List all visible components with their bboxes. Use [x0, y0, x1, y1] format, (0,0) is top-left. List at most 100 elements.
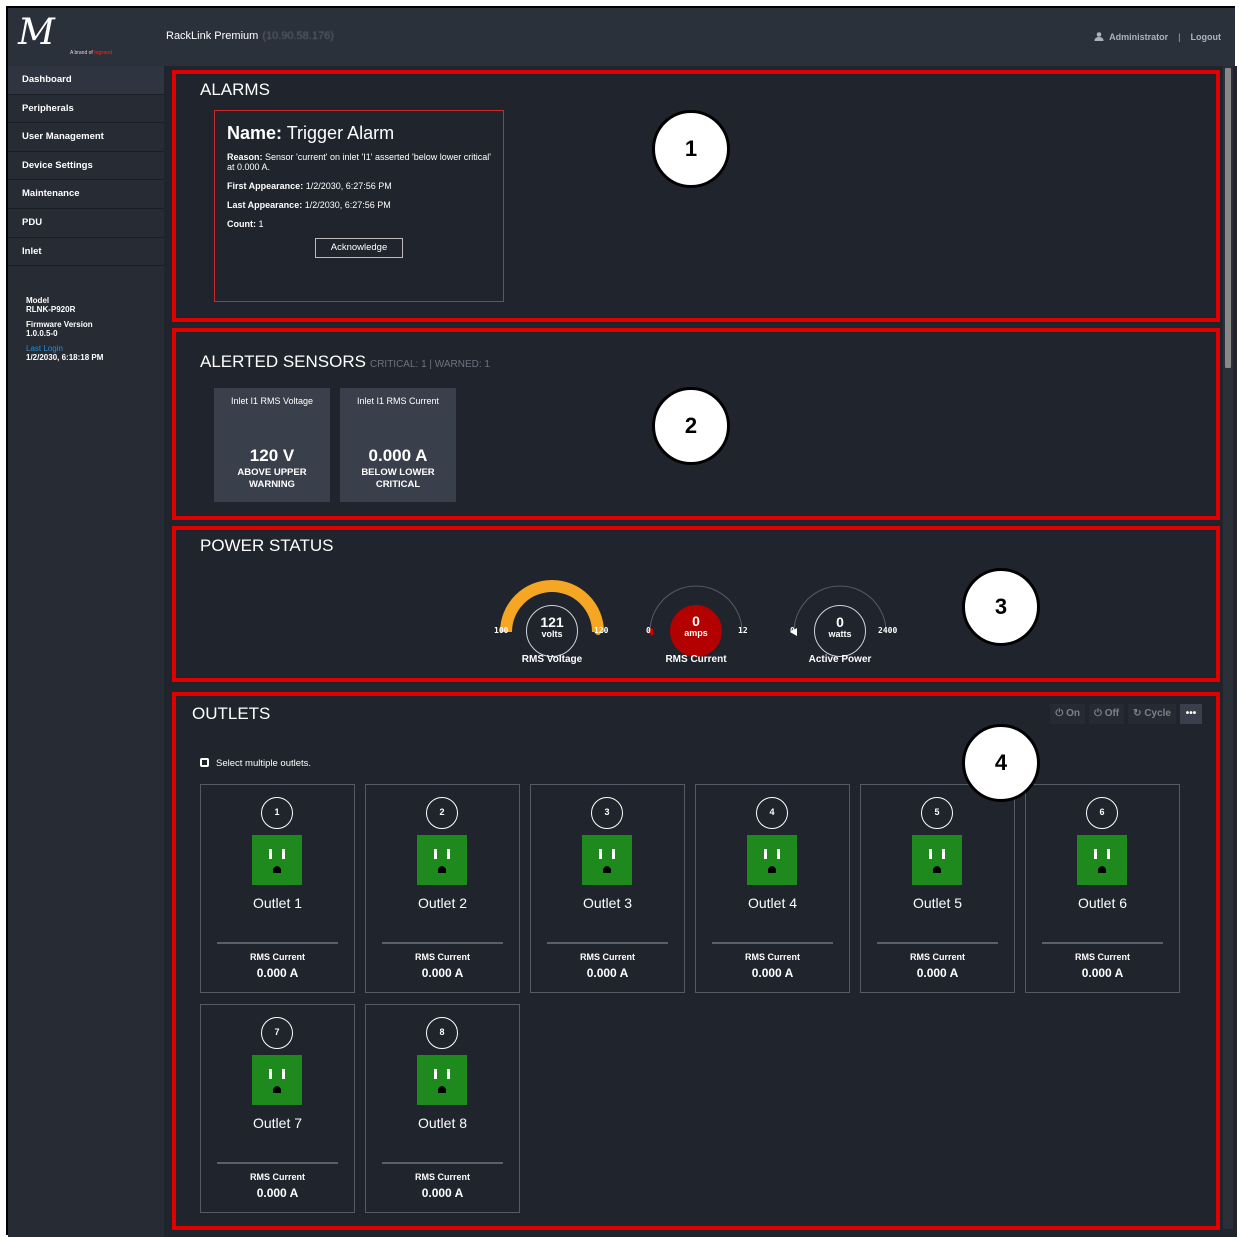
last-login-label: Last Login [26, 344, 63, 353]
checkbox[interactable] [200, 758, 209, 767]
alarm-count: Count: 1 [227, 219, 264, 229]
sidebar-item-maintenance[interactable]: Maintenance [8, 180, 164, 209]
sidebar-item-pdu[interactable]: PDU [8, 209, 164, 238]
power-socket-icon[interactable] [747, 835, 797, 885]
power-socket-icon[interactable] [912, 835, 962, 885]
outlet-name: Outlet 3 [582, 895, 633, 911]
logo-subtitle: A brand of legrand [70, 50, 113, 56]
outlets-title: OUTLETS [192, 704, 271, 723]
outlet-metric-label: RMS Current [249, 952, 305, 962]
power-icon: ⏻ [1093, 708, 1102, 719]
callout-3: 3 [962, 568, 1040, 646]
divider [712, 942, 833, 944]
outlet-number: 5 [921, 797, 953, 829]
device-info: Model RLNK-P920R Firmware Version 1.0.0.… [26, 296, 103, 368]
alarms-panel: ALARMS Name: Trigger Alarm Reason: Senso… [172, 70, 1220, 322]
divider [877, 942, 998, 944]
outlet-card[interactable]: 4 Outlet 4 RMS Current 0.000 A [695, 784, 850, 993]
user-icon [1094, 32, 1104, 41]
power-socket-icon[interactable] [252, 1055, 302, 1105]
outlet-number: 1 [261, 797, 293, 829]
outlets-on-button[interactable]: ⏻ On [1050, 704, 1085, 724]
outlet-toolbar: ⏻ On ⏻ Off ↻ Cycle ••• [1050, 704, 1202, 724]
outlet-metric-value: 0.000 A [421, 1186, 464, 1200]
select-multiple-outlets[interactable]: Select multiple outlets. [200, 758, 311, 769]
gauge-rms-voltage: 100 120 121 volts RMS Voltage [482, 570, 622, 670]
last-login-value: 1/2/2030, 6:18:18 PM [26, 353, 104, 362]
outlet-card[interactable]: 2 Outlet 2 RMS Current 0.000 A [365, 784, 520, 993]
sensor-tile-current[interactable]: Inlet I1 RMS Current 0.000 A BELOW LOWER… [340, 388, 456, 502]
acknowledge-button[interactable]: Acknowledge [315, 238, 403, 258]
outlets-panel: OUTLETS ⏻ On ⏻ Off ↻ Cycle ••• Select mu… [172, 692, 1220, 1230]
divider [217, 1162, 338, 1164]
divider [1042, 942, 1163, 944]
outlet-metric-value: 0.000 A [256, 1186, 299, 1200]
outlets-off-button[interactable]: ⏻ Off [1088, 704, 1125, 724]
outlet-metric-value: 0.000 A [421, 966, 464, 980]
alerted-sensors-panel: ALERTED SENSORS CRITICAL: 1 | WARNED: 1 I… [172, 328, 1220, 520]
power-socket-icon[interactable] [1077, 835, 1127, 885]
power-socket-icon[interactable] [252, 835, 302, 885]
outlet-metric-value: 0.000 A [1081, 966, 1124, 980]
sidebar-item-user-management[interactable]: User Management [8, 123, 164, 152]
more-options-button[interactable]: ••• [1180, 704, 1202, 724]
outlet-card[interactable]: 8 Outlet 8 RMS Current 0.000 A [365, 1004, 520, 1213]
top-header: M A brand of legrand RackLink Premium (10… [8, 8, 1235, 66]
power-socket-icon[interactable] [582, 835, 632, 885]
outlet-name: Outlet 2 [417, 895, 468, 911]
divider [217, 942, 338, 944]
gauge-center: 121 volts [526, 605, 578, 657]
device-ip: (10.90.58.176) [262, 30, 334, 42]
firmware-label: Firmware Version [26, 320, 93, 329]
callout-4: 4 [962, 724, 1040, 802]
power-socket-icon[interactable] [417, 835, 467, 885]
sidebar: Dashboard Peripherals User Management De… [8, 66, 164, 1237]
alarm-reason: Reason: Sensor 'current' on inlet 'I1' a… [227, 152, 491, 172]
outlet-number: 2 [426, 797, 458, 829]
power-socket-icon[interactable] [417, 1055, 467, 1105]
outlet-metric-label: RMS Current [744, 952, 800, 962]
outlet-number: 3 [591, 797, 623, 829]
outlet-number: 4 [756, 797, 788, 829]
user-name[interactable]: Administrator [1109, 32, 1168, 42]
outlet-card[interactable]: 3 Outlet 3 RMS Current 0.000 A [530, 784, 685, 993]
alarm-last-appearance: Last Appearance: 1/2/2030, 6:27:56 PM [227, 200, 391, 210]
sensor-tile-voltage[interactable]: Inlet I1 RMS Voltage 120 V ABOVE UPPER W… [214, 388, 330, 502]
outlet-card[interactable]: 5 Outlet 5 RMS Current 0.000 A [860, 784, 1015, 993]
refresh-icon: ↻ [1133, 708, 1142, 719]
page-scrollbar[interactable] [1223, 66, 1233, 1229]
outlet-metric-value: 0.000 A [256, 966, 299, 980]
app-title: RackLink Premium (10.90.58.176) [166, 30, 334, 42]
outlet-card[interactable]: 7 Outlet 7 RMS Current 0.000 A [200, 1004, 355, 1213]
outlet-metric-label: RMS Current [1074, 952, 1130, 962]
outlet-metric-value: 0.000 A [916, 966, 959, 980]
outlets-cycle-button[interactable]: ↻ Cycle [1128, 704, 1176, 724]
model-label: Model [26, 296, 50, 305]
outlet-name: Outlet 8 [417, 1115, 468, 1131]
sidebar-item-dashboard[interactable]: Dashboard [8, 66, 164, 95]
outlet-metric-label: RMS Current [414, 1172, 470, 1182]
alarm-card: Name: Trigger Alarm Reason: Sensor 'curr… [214, 110, 504, 302]
gauge-center: 0 watts [814, 605, 866, 657]
outlet-metric-label: RMS Current [249, 1172, 305, 1182]
scrollbar-thumb[interactable] [1225, 68, 1231, 368]
user-area: Administrator | Logout [1094, 32, 1221, 42]
divider [382, 942, 503, 944]
sidebar-item-peripherals[interactable]: Peripherals [8, 95, 164, 124]
outlet-name: Outlet 5 [912, 895, 963, 911]
outlet-number: 6 [1086, 797, 1118, 829]
brand-logo[interactable]: M A brand of legrand [18, 12, 128, 60]
power-status-panel: POWER STATUS 100 120 121 volts RMS Voltag… [172, 526, 1220, 682]
outlet-metric-label: RMS Current [414, 952, 470, 962]
outlet-card[interactable]: 1 Outlet 1 RMS Current 0.000 A [200, 784, 355, 993]
outlet-card[interactable]: 6 Outlet 6 RMS Current 0.000 A [1025, 784, 1180, 993]
sidebar-item-inlet[interactable]: Inlet [8, 238, 164, 267]
outlet-name: Outlet 4 [747, 895, 798, 911]
outlet-number: 7 [261, 1017, 293, 1049]
outlet-metric-value: 0.000 A [586, 966, 629, 980]
outlet-name: Outlet 7 [252, 1115, 303, 1131]
sidebar-item-device-settings[interactable]: Device Settings [8, 152, 164, 181]
outlet-metric-label: RMS Current [579, 952, 635, 962]
logout-link[interactable]: Logout [1191, 32, 1222, 42]
model-value: RLNK-P920R [26, 305, 76, 314]
